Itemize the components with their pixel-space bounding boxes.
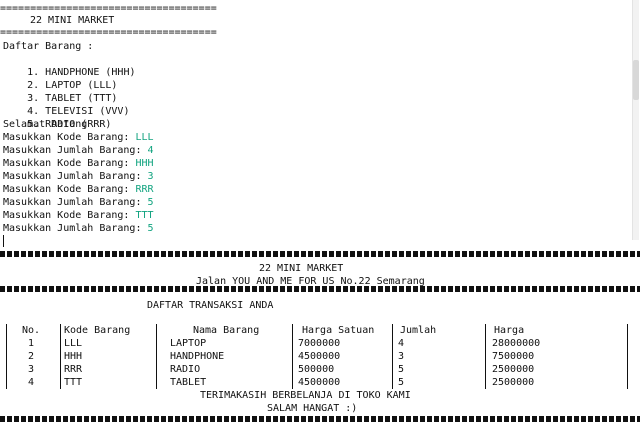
cell-kode: LLL xyxy=(64,338,83,349)
cell-harga-satuan: 4500000 xyxy=(298,377,341,388)
prompt-text: Masukkan Jumlah Barang: xyxy=(3,223,148,234)
column-header: Jumlah xyxy=(400,325,437,336)
prompt-line: Masukkan Kode Barang: TTT xyxy=(3,209,154,222)
text-cursor[interactable] xyxy=(3,235,4,248)
menu-item: 1. HANDPHONE (HHH) xyxy=(3,53,135,78)
prompt-text: Masukkan Jumlah Barang: xyxy=(3,197,148,208)
prompt-line: Masukkan Jumlah Barang: 4 xyxy=(3,144,154,157)
cell-kode: HHH xyxy=(64,351,83,362)
receipt-store-name: 22 MINI MARKET xyxy=(259,263,344,274)
cell-nama: HANDPHONE xyxy=(170,351,225,362)
welcome-text: Selamat Datang xyxy=(3,119,88,130)
cell-harga: 28000000 xyxy=(492,338,541,349)
menu-item: 5. RADIO (RRR) xyxy=(3,105,111,130)
scrollbar-track[interactable] xyxy=(632,0,639,240)
cell-no: 2 xyxy=(28,351,35,362)
prompt-text: Masukkan Kode Barang: xyxy=(3,158,136,169)
separator-line xyxy=(0,251,640,257)
cell-nama: TABLET xyxy=(170,377,207,388)
user-input: 5 xyxy=(147,197,154,208)
cell-kode: RRR xyxy=(64,364,83,375)
cell-harga-satuan: 4500000 xyxy=(298,351,341,362)
cell-no: 1 xyxy=(28,338,35,349)
cell-kode: TTT xyxy=(64,377,83,388)
table-header-row: No. Kode Barang Nama Barang Harga Satuan… xyxy=(0,324,640,337)
menu-item: 3. TABLET (TTT) xyxy=(3,79,117,104)
table-row: 1 LLL LAPTOP 7000000 4 28000000 xyxy=(0,337,640,350)
prompt-line: Masukkan Kode Barang: LLL xyxy=(3,131,154,144)
cell-jumlah: 4 xyxy=(398,338,405,349)
column-header: Kode Barang xyxy=(64,325,131,336)
user-input: 4 xyxy=(147,145,154,156)
scrollbar-thumb[interactable] xyxy=(633,60,639,100)
cell-harga: 7500000 xyxy=(492,351,535,362)
prompt-text: Masukkan Jumlah Barang: xyxy=(3,171,148,182)
cell-nama: LAPTOP xyxy=(170,338,207,349)
cell-harga-satuan: 500000 xyxy=(298,364,335,375)
column-header: No. xyxy=(22,325,41,336)
prompt-line: Masukkan Jumlah Barang: 5 xyxy=(3,222,154,235)
thanks-message: TERIMAKASIH BERBELANJA DI TOKO KAMI xyxy=(200,390,411,401)
cell-no: 4 xyxy=(28,377,35,388)
prompt-text: Masukkan Kode Barang: xyxy=(3,184,136,195)
cell-jumlah: 3 xyxy=(398,351,405,362)
prompt-text: Masukkan Jumlah Barang: xyxy=(3,145,148,156)
separator-line xyxy=(0,416,640,422)
separator-line xyxy=(0,286,640,292)
column-header: Harga xyxy=(494,325,525,336)
cell-jumlah: 5 xyxy=(398,364,405,375)
prompt-text: Masukkan Kode Barang: xyxy=(3,210,136,221)
table-row: 3 RRR RADIO 500000 5 2500000 xyxy=(0,363,640,376)
user-input: LLL xyxy=(135,132,154,143)
transaction-heading: DAFTAR TRANSAKSI ANDA xyxy=(147,300,274,311)
menu-item: 2. LAPTOP (LLL) xyxy=(3,66,117,91)
greeting-message: SALAM HANGAT :) xyxy=(267,403,358,414)
user-input: HHH xyxy=(135,158,154,169)
scrollbar[interactable] xyxy=(630,0,640,240)
prompt-line: Masukkan Kode Barang: RRR xyxy=(3,183,154,196)
cell-nama: RADIO xyxy=(170,364,201,375)
column-header: Nama Barang xyxy=(193,325,260,336)
user-input: TTT xyxy=(135,210,154,221)
menu-item: 4. TELEVISI (VVV) xyxy=(3,92,129,117)
cell-jumlah: 5 xyxy=(398,377,405,388)
cell-harga: 2500000 xyxy=(492,377,535,388)
prompt-line: Masukkan Jumlah Barang: 5 xyxy=(3,196,154,209)
table-row: 2 HHH HANDPHONE 4500000 3 7500000 xyxy=(0,350,640,363)
user-input: 5 xyxy=(147,223,154,234)
cell-harga: 2500000 xyxy=(492,364,535,375)
user-input: 3 xyxy=(147,171,154,182)
user-input: RRR xyxy=(135,184,154,195)
prompt-line: Masukkan Jumlah Barang: 3 xyxy=(3,170,154,183)
prompt-line: Masukkan Kode Barang: HHH xyxy=(3,157,154,170)
cell-harga-satuan: 7000000 xyxy=(298,338,341,349)
prompt-text: Masukkan Kode Barang: xyxy=(3,132,136,143)
menu-header: Daftar Barang : xyxy=(3,41,94,52)
separator-line: ==================================== xyxy=(0,27,217,38)
table-row: 4 TTT TABLET 4500000 5 2500000 xyxy=(0,376,640,389)
column-header: Harga Satuan xyxy=(302,325,375,336)
cell-no: 3 xyxy=(28,364,35,375)
